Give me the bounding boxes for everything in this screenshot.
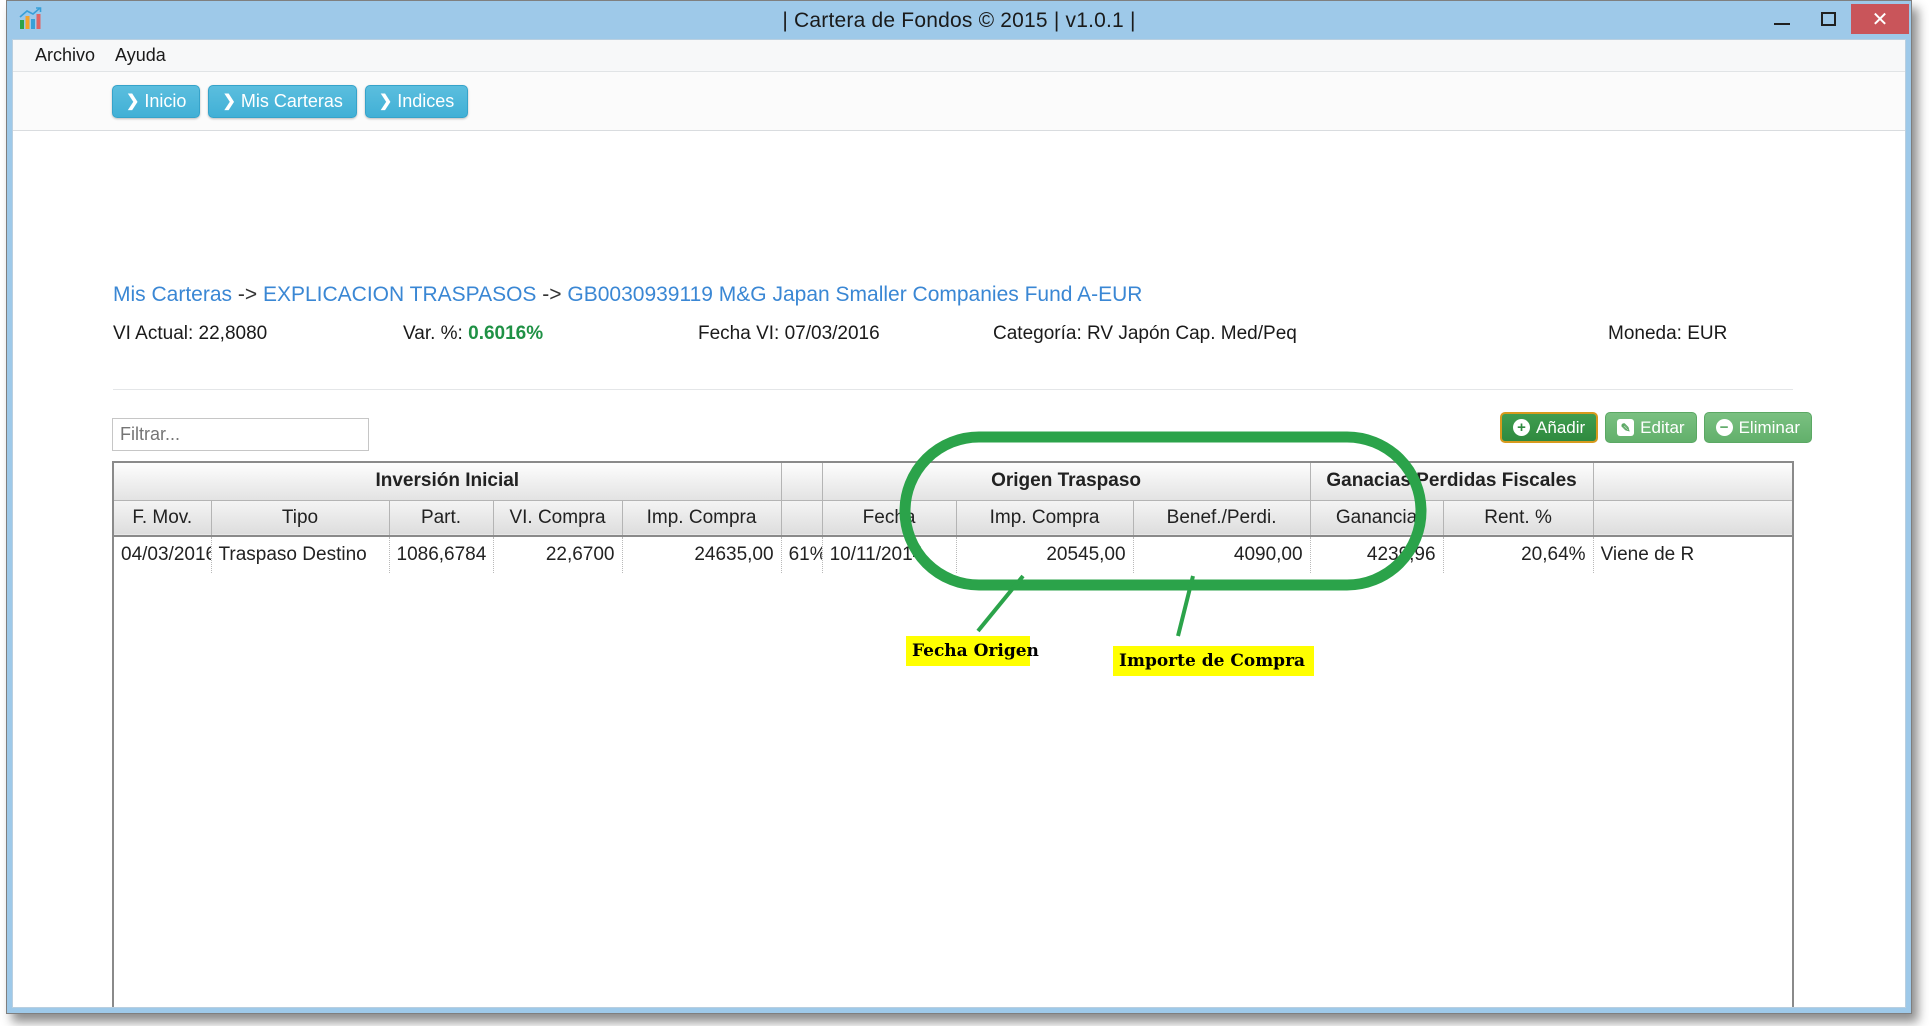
info-vl-actual: VI Actual: 22,8080 xyxy=(113,323,268,344)
nav-button-indices-label: Indices xyxy=(397,90,455,111)
add-button[interactable]: + Añadir xyxy=(1500,412,1599,443)
cell-f-mov: 04/03/2016 xyxy=(114,536,212,573)
column-header-tipo[interactable]: Tipo xyxy=(211,500,390,537)
navigation-toolbar: ❯ Inicio ❯ Mis Carteras ❯ Indices xyxy=(13,72,1905,131)
window-title: | Cartera de Fondos © 2015 | v1.0.1 | xyxy=(782,9,1136,32)
column-header-imp-compra[interactable]: Imp. Compra xyxy=(622,500,782,537)
column-header-benef-perdi[interactable]: Benef./Perdi. xyxy=(1133,500,1311,537)
breadcrumb-separator: -> xyxy=(232,283,263,306)
breadcrumb-item-mis-carteras[interactable]: Mis Carteras xyxy=(113,283,232,306)
cell-rent-pct: 20,64% xyxy=(1443,536,1594,573)
table-column-header-row: F. Mov. Tipo Part. VI. Compra Imp. Compr… xyxy=(114,500,1792,537)
group-header-origen-traspaso: Origen Traspaso xyxy=(822,463,1311,501)
column-header-origen-imp-compra[interactable]: Imp. Compra xyxy=(956,500,1134,537)
nav-button-indices[interactable]: ❯ Indices xyxy=(364,84,469,118)
info-fecha-vl: Fecha VI: 07/03/2016 xyxy=(698,323,880,344)
window-controls: ✕ xyxy=(1759,1,1909,37)
menu-item-ayuda[interactable]: Ayuda xyxy=(105,43,176,68)
column-header-pct[interactable] xyxy=(781,500,823,537)
group-header-ganancias-perdidas-fiscales: Ganacias/Perdidas Fiscales xyxy=(1310,463,1594,501)
nav-button-inicio-label: Inicio xyxy=(144,90,187,111)
add-button-label: Añadir xyxy=(1536,417,1586,437)
pencil-square-icon: ✎ xyxy=(1617,419,1635,436)
info-variacion: Var. %: 0.6016% xyxy=(403,323,543,345)
close-icon: ✕ xyxy=(1871,8,1889,31)
close-button[interactable]: ✕ xyxy=(1851,4,1909,34)
maximize-icon xyxy=(1820,12,1836,26)
info-moneda: Moneda: EUR xyxy=(1608,323,1728,344)
breadcrumb-item-explicacion-traspasos[interactable]: EXPLICACION TRASPASOS xyxy=(263,283,536,306)
cell-part: 1086,6784 xyxy=(389,536,494,573)
record-actions-toolbar: + Añadir ✎ Editar − Eliminar xyxy=(1500,412,1812,443)
breadcrumb-item-fund[interactable]: GB0030939119 M&G Japan Smaller Companies… xyxy=(567,283,1142,306)
group-header-spacer-2 xyxy=(1593,463,1792,501)
nav-button-mis-carteras-label: Mis Carteras xyxy=(240,90,343,111)
column-header-vl-compra[interactable]: VI. Compra xyxy=(493,500,623,537)
client-area: Archivo Ayuda ❯ Inicio ❯ Mis Carteras ❯ … xyxy=(12,39,1906,1008)
cell-imp-compra: 24635,00 xyxy=(622,536,782,573)
cell-vl-compra: 22,6700 xyxy=(493,536,623,573)
minus-circle-icon: − xyxy=(1715,419,1733,436)
column-header-ganancia[interactable]: Ganancia xyxy=(1310,500,1444,537)
fund-info-line: VI Actual: 22,8080 Var. %: 0.6016% Fecha… xyxy=(113,323,1793,353)
cell-benef-perdi: 4090,00 xyxy=(1133,536,1311,573)
minimize-button[interactable] xyxy=(1759,4,1805,34)
cell-origen-fecha: 10/11/2014 xyxy=(822,536,957,573)
application-window: | Cartera de Fondos © 2015 | v1.0.1 | ✕ … xyxy=(6,0,1912,1014)
movements-table[interactable]: Inversión Inicial Origen Traspaso Ganaci… xyxy=(112,461,1794,1007)
filter-input[interactable] xyxy=(112,418,369,451)
group-header-inversion-inicial: Inversión Inicial xyxy=(114,463,782,501)
info-categoria: Categoría: RV Japón Cap. Med/Peq xyxy=(993,323,1297,344)
breadcrumb: Mis Carteras -> EXPLICACION TRASPASOS ->… xyxy=(113,283,1142,307)
column-header-origen-fecha[interactable]: Fecha xyxy=(822,500,957,537)
annotation-label-importe-de-compra: Importe de Compra xyxy=(1113,646,1314,676)
column-header-f-mov[interactable]: F. Mov. xyxy=(114,500,212,537)
cell-origen-imp-compra: 20545,00 xyxy=(956,536,1134,573)
page-body: Mis Carteras -> EXPLICACION TRASPASOS ->… xyxy=(13,131,1905,1007)
minimize-icon xyxy=(1774,23,1790,25)
chevron-right-icon: ❯ xyxy=(222,93,236,110)
table-group-header-row: Inversión Inicial Origen Traspaso Ganaci… xyxy=(114,463,1792,501)
nav-button-mis-carteras[interactable]: ❯ Mis Carteras xyxy=(208,84,357,118)
menu-bar: Archivo Ayuda xyxy=(13,40,1905,72)
menu-item-archivo[interactable]: Archivo xyxy=(25,43,105,68)
delete-button-label: Eliminar xyxy=(1738,417,1800,437)
edit-button[interactable]: ✎ Editar xyxy=(1605,412,1697,443)
group-header-spacer-1 xyxy=(781,463,823,501)
title-bar: | Cartera de Fondos © 2015 | v1.0.1 | ✕ xyxy=(7,1,1911,39)
cell-tipo: Traspaso Destino xyxy=(211,536,390,573)
table-row[interactable]: 04/03/2016 Traspaso Destino 1086,6784 22… xyxy=(114,536,1792,573)
info-variacion-value: 0.6016% xyxy=(468,323,544,344)
column-header-nota[interactable] xyxy=(1593,500,1792,537)
plus-circle-icon: + xyxy=(1513,419,1531,436)
cell-ganancia: 4239,96 xyxy=(1310,536,1444,573)
cell-nota: Viene de R xyxy=(1593,536,1792,573)
maximize-button[interactable] xyxy=(1805,4,1851,34)
column-header-rent-pct[interactable]: Rent. % xyxy=(1443,500,1594,537)
annotation-label-fecha-origen: Fecha Origen xyxy=(906,636,1039,666)
section-divider xyxy=(113,389,1793,390)
info-variacion-label: Var. %: xyxy=(403,323,469,344)
nav-button-inicio[interactable]: ❯ Inicio xyxy=(112,84,201,118)
chevron-right-icon: ❯ xyxy=(126,93,140,110)
delete-button[interactable]: − Eliminar xyxy=(1703,412,1812,443)
breadcrumb-separator: -> xyxy=(536,283,568,306)
chevron-right-icon: ❯ xyxy=(378,93,393,110)
edit-button-label: Editar xyxy=(1640,417,1685,437)
cell-pct-mini: 61% xyxy=(781,536,823,573)
column-header-part[interactable]: Part. xyxy=(389,500,494,537)
